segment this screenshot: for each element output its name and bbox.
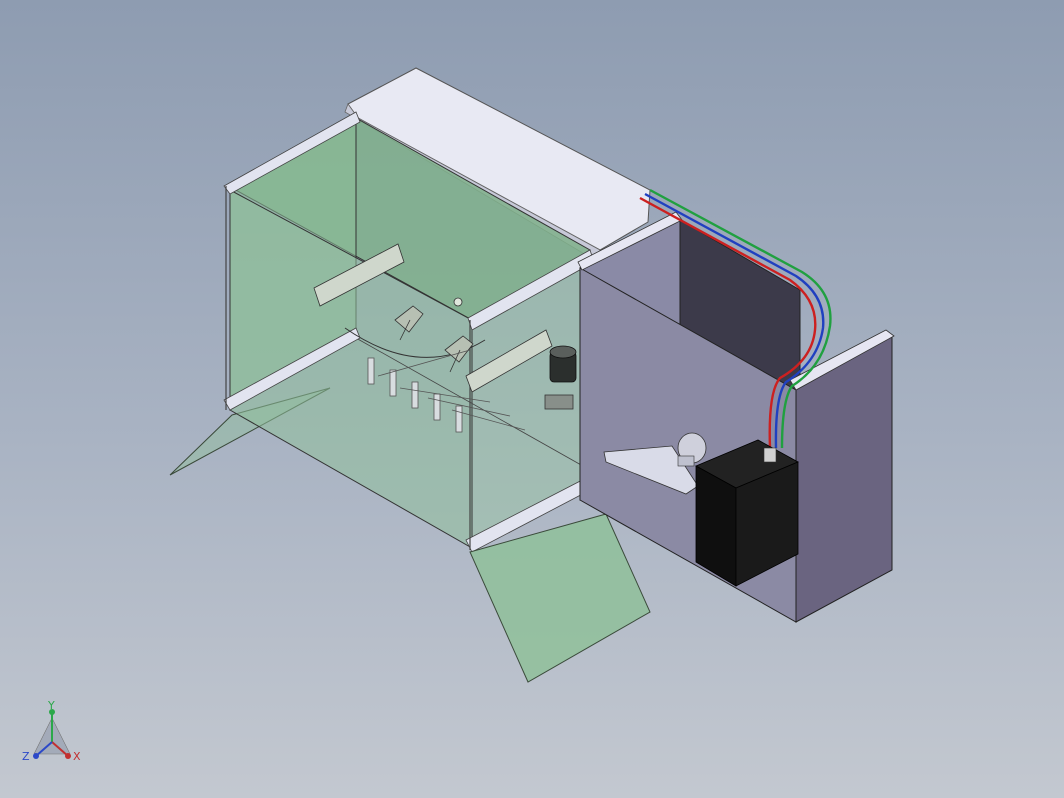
cad-viewport[interactable]: Y X Z (0, 0, 1064, 798)
y-axis-label: Y (47, 700, 55, 712)
model-scene[interactable] (0, 0, 1064, 798)
sensor-dot (453, 297, 463, 307)
peg (433, 393, 441, 421)
x-axis-tip (65, 753, 71, 759)
battery-terminal (763, 447, 777, 463)
x-axis-label: X (73, 750, 81, 763)
z-axis-label: Z (22, 750, 30, 763)
z-axis-tip (33, 753, 39, 759)
motor[interactable] (544, 345, 577, 410)
peg (389, 369, 397, 397)
peg (367, 357, 375, 385)
axis-triad: Y X Z (22, 700, 81, 763)
peg (411, 381, 419, 409)
peg (455, 405, 463, 433)
